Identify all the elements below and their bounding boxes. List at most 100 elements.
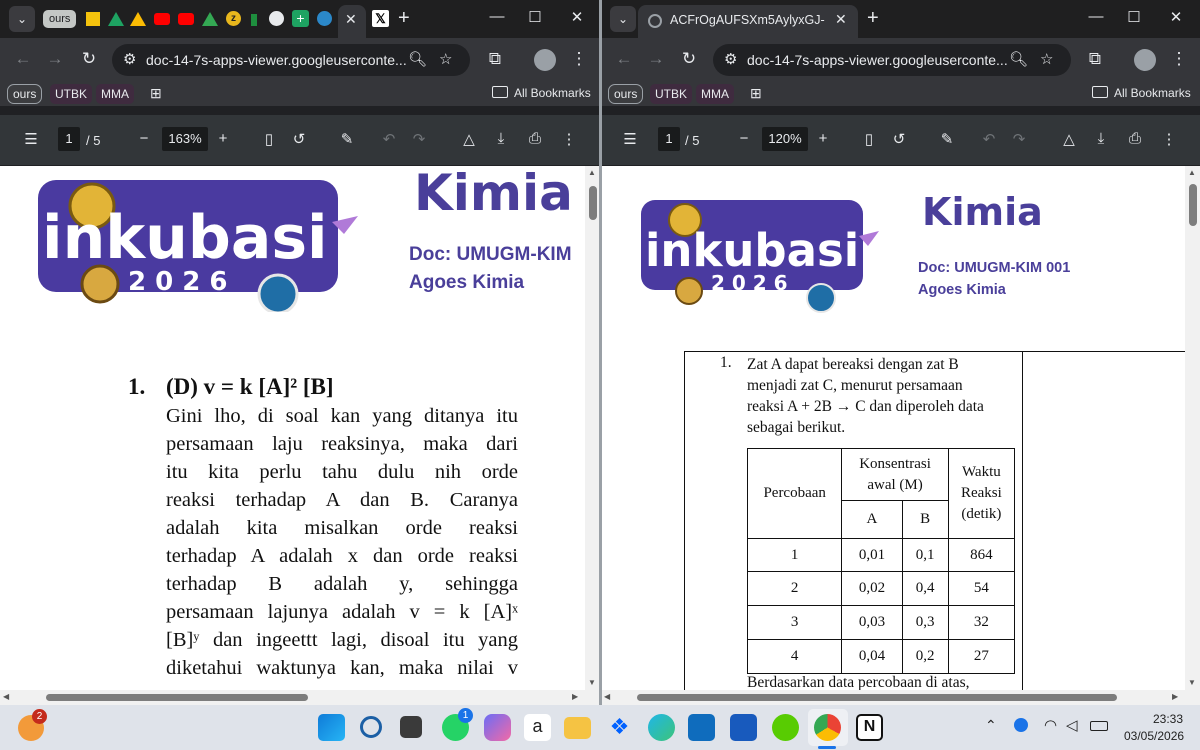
tray-overflow-icon[interactable]: ⌃ [985, 717, 997, 734]
drive-icon[interactable] [86, 12, 100, 26]
page-number-input[interactable]: 1 [58, 127, 80, 151]
maximize-button[interactable]: ☐ [524, 8, 546, 26]
drive-save-icon[interactable]: △ [458, 130, 480, 148]
profile-avatar[interactable] [534, 49, 556, 71]
new-tab-button[interactable]: + [867, 7, 879, 30]
web-icon[interactable] [317, 11, 332, 26]
minimize-button[interactable]: — [1085, 8, 1107, 25]
zoom-out-icon[interactable]: − [733, 130, 755, 147]
scroll-up-icon[interactable]: ▲ [1188, 168, 1196, 177]
hscroll-thumb[interactable] [46, 694, 308, 701]
whatsapp-icon[interactable]: 1 [442, 708, 473, 741]
youtube-icon[interactable] [154, 13, 170, 25]
apps-grid-icon[interactable]: ⊞ [150, 85, 162, 102]
address-bar[interactable]: ⚙ doc-14-7s-apps-viewer.googleuserconte.… [713, 44, 1071, 76]
bookmark-ours[interactable]: ours [7, 84, 43, 104]
download-icon[interactable]: ⤓ [1090, 130, 1112, 147]
undo-icon[interactable]: ↶ [378, 130, 400, 148]
tab-group-chip[interactable]: ours [43, 10, 77, 28]
reload-icon[interactable]: ↻ [78, 49, 100, 69]
task-view-icon[interactable] [400, 716, 422, 738]
redo-icon[interactable]: ↷ [1008, 130, 1030, 148]
battery-icon[interactable] [1090, 721, 1108, 731]
redo-icon[interactable]: ↷ [408, 130, 430, 148]
more-options-icon[interactable]: ⋮ [1158, 130, 1180, 148]
annotate-icon[interactable]: ✎ [336, 130, 358, 148]
close-window-button[interactable]: ✕ [1165, 8, 1187, 26]
drive-icon[interactable] [130, 12, 146, 26]
window-divider[interactable] [599, 0, 602, 705]
notion-icon[interactable]: N [856, 714, 883, 741]
extensions-icon[interactable]: ⧉ [1084, 49, 1106, 69]
scroll-down-icon[interactable]: ▼ [588, 678, 596, 687]
back-icon[interactable]: ← [12, 49, 34, 69]
print-icon[interactable]: ⎙ [524, 130, 546, 147]
back-icon[interactable]: ← [613, 49, 635, 69]
edge-icon[interactable] [648, 714, 675, 741]
scroll-left-icon[interactable]: ◀ [604, 692, 610, 701]
scroll-right-icon[interactable]: ▶ [1172, 692, 1178, 701]
app-icon[interactable] [251, 14, 257, 26]
close-window-button[interactable]: ✕ [566, 8, 588, 26]
bookmark-mma[interactable]: MMA [96, 84, 134, 104]
menu-icon[interactable]: ⋮ [568, 49, 590, 69]
clock-date[interactable]: 03/05/2026 [1124, 729, 1184, 743]
close-icon[interactable]: ✕ [345, 11, 357, 28]
site-info-icon[interactable]: ⚙ [123, 50, 136, 68]
print-icon[interactable]: ⎙ [1124, 130, 1146, 147]
outlook-icon[interactable] [688, 714, 715, 741]
address-bar[interactable]: ⚙ doc-14-7s-apps-viewer.googleuserconte.… [112, 44, 470, 76]
scroll-right-icon[interactable]: ▶ [572, 692, 578, 701]
rotate-icon[interactable]: ↺ [888, 130, 910, 148]
bookmark-utbk[interactable]: UTBK [650, 84, 693, 104]
volume-icon[interactable]: ◁ [1066, 716, 1078, 734]
bookmark-utbk[interactable]: UTBK [50, 84, 93, 104]
zotero-icon[interactable]: z [226, 11, 241, 26]
forward-icon[interactable]: → [44, 49, 66, 69]
hscroll-thumb[interactable] [637, 694, 1117, 701]
zoom-icon[interactable]: 🔍︎ [408, 50, 427, 68]
zoom-in-icon[interactable]: + [812, 130, 834, 147]
fit-page-icon[interactable]: ▯ [258, 130, 280, 148]
maximize-button[interactable]: ☐ [1123, 8, 1145, 26]
bookmark-star-icon[interactable]: ☆ [439, 50, 452, 68]
openai-icon[interactable] [269, 11, 284, 26]
scroll-thumb[interactable] [1189, 184, 1197, 226]
location-icon[interactable] [1014, 718, 1028, 732]
sheets-icon[interactable]: + [292, 10, 309, 27]
menu-icon[interactable]: ⋮ [1168, 49, 1190, 69]
bookmark-ours[interactable]: ours [608, 84, 644, 104]
active-tab[interactable]: ✕ [338, 5, 366, 38]
all-bookmarks[interactable]: All Bookmarks [514, 86, 591, 100]
clock-time[interactable]: 23:33 [1153, 712, 1183, 726]
file-explorer-icon[interactable] [564, 717, 591, 739]
download-icon[interactable]: ⤓ [490, 130, 512, 147]
zoom-level[interactable]: 163% [162, 127, 208, 151]
scroll-up-icon[interactable]: ▲ [588, 168, 596, 177]
wifi-icon[interactable]: ◠ [1044, 716, 1057, 734]
annotate-icon[interactable]: ✎ [936, 130, 958, 148]
word-icon[interactable] [730, 714, 757, 741]
tab-search-button[interactable]: ⌄ [9, 6, 35, 32]
zoom-icon[interactable]: 🔍︎ [1009, 50, 1028, 68]
close-tab-icon[interactable]: ✕ [835, 11, 847, 28]
tab-search-button[interactable]: ⌄ [610, 6, 636, 32]
new-tab-button[interactable]: + [398, 7, 410, 30]
all-bookmarks[interactable]: All Bookmarks [1114, 86, 1191, 100]
sidebar-menu-icon[interactable]: ☰ [20, 130, 42, 148]
undo-icon[interactable]: ↶ [978, 130, 1000, 148]
horizontal-scrollbar[interactable]: ◀ ▶ [0, 690, 600, 705]
chrome-icon[interactable] [814, 714, 841, 741]
sidebar-menu-icon[interactable]: ☰ [619, 130, 641, 148]
youtube-icon[interactable] [178, 13, 194, 25]
x-icon[interactable]: 𝕏 [372, 10, 389, 27]
dropbox-icon[interactable]: ❖ [606, 714, 633, 741]
bookmark-star-icon[interactable]: ☆ [1040, 50, 1053, 68]
rotate-icon[interactable]: ↺ [288, 130, 310, 148]
zoom-level[interactable]: 120% [762, 127, 808, 151]
drive-icon[interactable] [108, 12, 124, 26]
scroll-down-icon[interactable]: ▼ [1188, 678, 1196, 687]
bookmark-mma[interactable]: MMA [696, 84, 734, 104]
reload-icon[interactable]: ↻ [678, 49, 700, 69]
zoom-in-icon[interactable]: + [212, 130, 234, 147]
